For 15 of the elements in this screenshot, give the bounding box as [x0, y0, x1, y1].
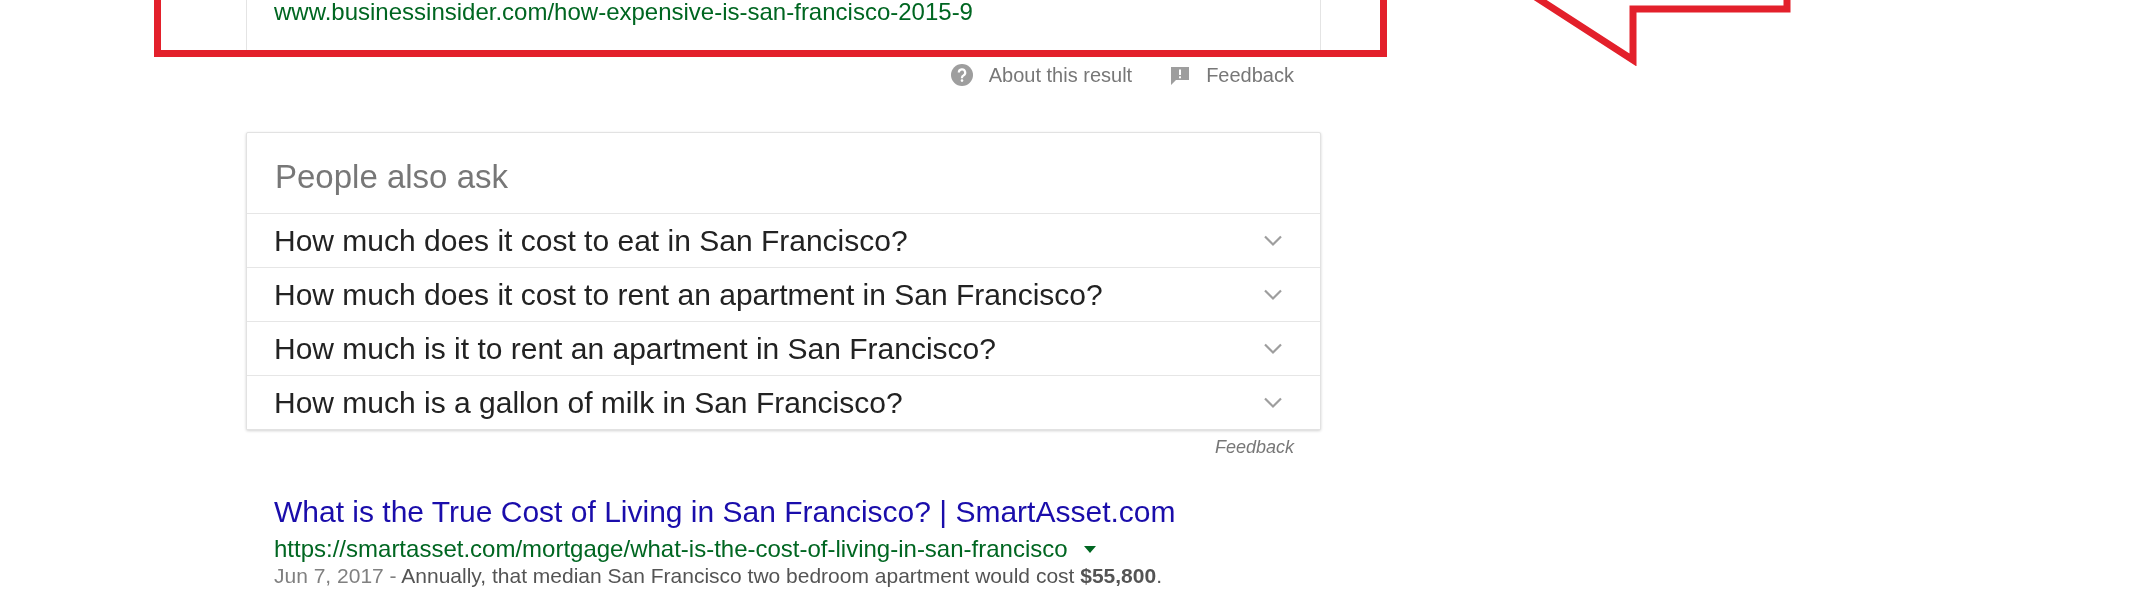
question-row[interactable]: How much is a gallon of milk in San Francisco? — [247, 375, 1320, 429]
result-title-link[interactable]: What is the True Cost of Living in San Francisco? | SmartAsset.com — [274, 495, 1176, 528]
about-result-link[interactable]: About this result — [950, 63, 1133, 87]
feedback-icon — [1170, 65, 1191, 85]
result-snippet: Jun 7, 2017 - Annually, that median San Francisco two bedroom apartment would cost $55,800. — [274, 564, 1162, 588]
question-row[interactable]: How much is it to rent an apartment in San Francisco? — [247, 321, 1320, 375]
help-icon — [950, 64, 973, 86]
question-row[interactable]: How much does it cost to eat in San Francisco? — [247, 213, 1320, 267]
section-title: People also ask — [275, 157, 508, 197]
caret-icon[interactable] — [1083, 545, 1096, 553]
question-row[interactable]: How much does it cost to rent an apartment in San Francisco? — [247, 267, 1320, 321]
feedback-link[interactable]: Feedback — [1214, 436, 1294, 458]
feedback-link[interactable]: Feedback — [1170, 63, 1294, 87]
result-url: https://smartasset.com/mortgage/what-is-the-cost-of-living-in-san-francisco — [274, 534, 1068, 564]
result-url: www.businessinsider.com/how-expensive-is-san-francisco-2015-9 — [274, 0, 973, 24]
